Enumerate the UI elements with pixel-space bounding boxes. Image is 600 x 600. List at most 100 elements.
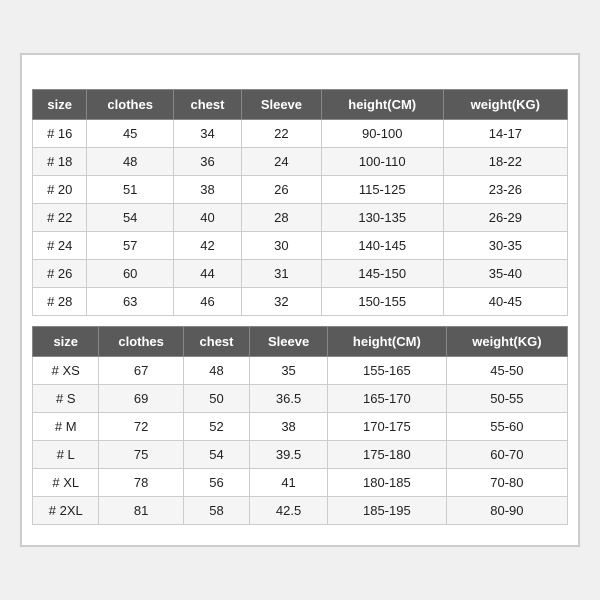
table-cell: 36: [173, 148, 241, 176]
table-cell: 45-50: [446, 357, 567, 385]
table1-header-cell: chest: [173, 90, 241, 120]
table-cell: 40-45: [443, 288, 567, 316]
table-cell: 140-145: [321, 232, 443, 260]
table-cell: 44: [173, 260, 241, 288]
table2-body: # XS674835155-16545-50# S695036.5165-170…: [33, 357, 568, 525]
table-cell: 34: [173, 120, 241, 148]
table-row: # 2XL815842.5185-19580-90: [33, 497, 568, 525]
table-row: # 28634632150-15540-45: [33, 288, 568, 316]
table-cell: 130-135: [321, 204, 443, 232]
table-cell: 36.5: [250, 385, 328, 413]
table-cell: 78: [99, 469, 183, 497]
table-cell: 165-170: [327, 385, 446, 413]
table-cell: 23-26: [443, 176, 567, 204]
table-cell: 70-80: [446, 469, 567, 497]
table-cell: # XS: [33, 357, 99, 385]
table1-header-row: sizeclotheschestSleeveheight(CM)weight(K…: [33, 90, 568, 120]
table-row: # XS674835155-16545-50: [33, 357, 568, 385]
table-cell: 55-60: [446, 413, 567, 441]
size-chart-container: sizeclotheschestSleeveheight(CM)weight(K…: [20, 53, 580, 547]
size-table-2: sizeclotheschestSleeveheight(CM)weight(K…: [32, 326, 568, 525]
table-cell: 60-70: [446, 441, 567, 469]
table-cell: # 2XL: [33, 497, 99, 525]
table-cell: 35: [250, 357, 328, 385]
table2-header-row: sizeclotheschestSleeveheight(CM)weight(K…: [33, 327, 568, 357]
table2-header-cell: Sleeve: [250, 327, 328, 357]
table-cell: 35-40: [443, 260, 567, 288]
table-cell: 150-155: [321, 288, 443, 316]
table1-header-cell: height(CM): [321, 90, 443, 120]
table-cell: 67: [99, 357, 183, 385]
table1-body: # 1645342290-10014-17# 18483624100-11018…: [33, 120, 568, 316]
table-cell: # 22: [33, 204, 87, 232]
table-cell: 26: [242, 176, 322, 204]
table-cell: 22: [242, 120, 322, 148]
table-cell: 180-185: [327, 469, 446, 497]
table-cell: 81: [99, 497, 183, 525]
table-row: # 24574230140-14530-35: [33, 232, 568, 260]
table-cell: # M: [33, 413, 99, 441]
table-cell: 115-125: [321, 176, 443, 204]
table-cell: 58: [183, 497, 249, 525]
table2-header-cell: weight(KG): [446, 327, 567, 357]
table2-header-cell: chest: [183, 327, 249, 357]
table-cell: 54: [87, 204, 173, 232]
table-row: # 1645342290-10014-17: [33, 120, 568, 148]
table1-header-cell: Sleeve: [242, 90, 322, 120]
size-table-1: sizeclotheschestSleeveheight(CM)weight(K…: [32, 89, 568, 316]
table-row: # 22544028130-13526-29: [33, 204, 568, 232]
table-cell: 50: [183, 385, 249, 413]
table1-header-cell: clothes: [87, 90, 173, 120]
table-cell: # XL: [33, 469, 99, 497]
table-cell: 50-55: [446, 385, 567, 413]
table-cell: 41: [250, 469, 328, 497]
table-cell: 28: [242, 204, 322, 232]
table-cell: 56: [183, 469, 249, 497]
table-cell: 38: [173, 176, 241, 204]
table-cell: 46: [173, 288, 241, 316]
table-cell: 72: [99, 413, 183, 441]
table-row: # 18483624100-11018-22: [33, 148, 568, 176]
table-cell: # 20: [33, 176, 87, 204]
table-cell: 100-110: [321, 148, 443, 176]
table-cell: 30-35: [443, 232, 567, 260]
table-cell: 51: [87, 176, 173, 204]
table-cell: 155-165: [327, 357, 446, 385]
table-cell: 39.5: [250, 441, 328, 469]
table-cell: 185-195: [327, 497, 446, 525]
table-cell: 18-22: [443, 148, 567, 176]
table-cell: 170-175: [327, 413, 446, 441]
table-cell: 54: [183, 441, 249, 469]
table-cell: 75: [99, 441, 183, 469]
table-cell: 31: [242, 260, 322, 288]
table-row: # M725238170-17555-60: [33, 413, 568, 441]
table2-header-cell: size: [33, 327, 99, 357]
table-cell: 52: [183, 413, 249, 441]
table-cell: 60: [87, 260, 173, 288]
table-cell: 42.5: [250, 497, 328, 525]
table-cell: 90-100: [321, 120, 443, 148]
table-cell: # 16: [33, 120, 87, 148]
table-cell: 48: [87, 148, 173, 176]
table-row: # L755439.5175-18060-70: [33, 441, 568, 469]
table-cell: 24: [242, 148, 322, 176]
table-cell: # 18: [33, 148, 87, 176]
table-cell: # L: [33, 441, 99, 469]
table-cell: 63: [87, 288, 173, 316]
table-cell: 48: [183, 357, 249, 385]
table-cell: 42: [173, 232, 241, 260]
table-cell: # S: [33, 385, 99, 413]
chart-title: [32, 65, 568, 89]
table-cell: 32: [242, 288, 322, 316]
table-cell: 175-180: [327, 441, 446, 469]
table-cell: # 26: [33, 260, 87, 288]
table-cell: 26-29: [443, 204, 567, 232]
table-cell: 69: [99, 385, 183, 413]
table-row: # 26604431145-15035-40: [33, 260, 568, 288]
table-cell: 30: [242, 232, 322, 260]
table1-header-cell: size: [33, 90, 87, 120]
table2-header-cell: clothes: [99, 327, 183, 357]
table-cell: 38: [250, 413, 328, 441]
table-cell: 57: [87, 232, 173, 260]
table-cell: 14-17: [443, 120, 567, 148]
